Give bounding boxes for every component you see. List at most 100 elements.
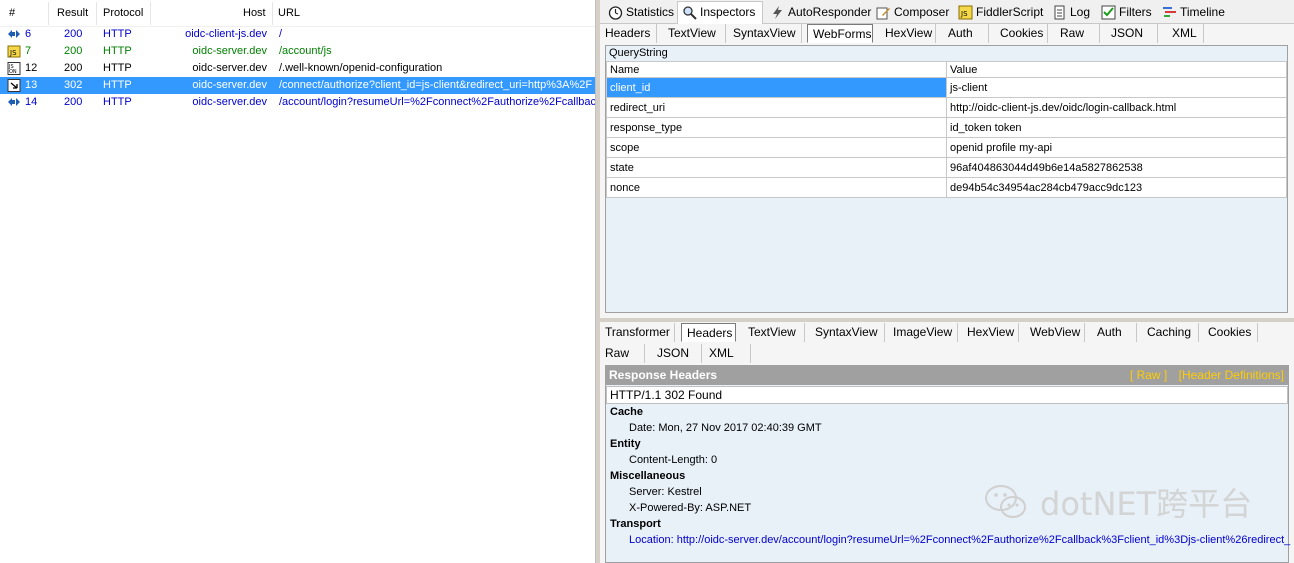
request-tab-bar: Headers TextView SyntaxView WebForms Hex… [600, 24, 1294, 44]
resp-tab-xml[interactable]: XML [704, 344, 751, 363]
header-location[interactable]: Location: http://oidc-server.dev/account… [629, 534, 1290, 546]
param-value: openid profile my-api [946, 137, 1287, 158]
svg-text:JS: JS [9, 49, 17, 57]
sessions-pane[interactable]: # Result Protocol Host URL 6 200 HTTP oi… [0, 0, 596, 563]
tab-label: AutoResponder [788, 5, 872, 19]
horizontal-splitter[interactable] [600, 318, 1294, 322]
tab-composer[interactable]: Composer [872, 2, 950, 23]
req-tab-textview[interactable]: TextView [663, 24, 726, 43]
header-group-misc[interactable]: Miscellaneous [610, 470, 685, 482]
col-name-header[interactable]: Name [606, 61, 947, 78]
col-header-protocol[interactable]: Protocol [103, 7, 143, 19]
header-group-transport[interactable]: Transport [610, 518, 661, 530]
resp-tab-cookies[interactable]: Cookies [1203, 323, 1258, 342]
header-group-cache[interactable]: Cache [610, 406, 643, 418]
session-protocol: HTTP [103, 96, 132, 108]
js-icon: JS [7, 45, 21, 58]
req-tab-syntaxview[interactable]: SyntaxView [728, 24, 802, 43]
document-icon [1054, 5, 1065, 20]
sessions-header: # Result Protocol Host URL [0, 0, 595, 27]
lightning-icon [773, 6, 782, 19]
tab-autoresponder[interactable]: AutoResponder [766, 2, 872, 23]
session-host: oidc-server.dev [192, 45, 267, 57]
session-result: 200 [64, 62, 83, 74]
session-url: /connect/authorize?client_id=js-client&r… [279, 79, 593, 91]
resp-tab-hexview[interactable]: HexView [962, 323, 1019, 342]
tab-inspectors[interactable]: Inspectors [677, 1, 763, 24]
tab-label: Composer [894, 5, 950, 19]
req-tab-headers[interactable]: Headers [600, 24, 657, 43]
session-result: 200 [64, 45, 83, 57]
resp-tab-caching[interactable]: Caching [1142, 323, 1199, 342]
resp-tab-transformer[interactable]: Transformer [600, 323, 675, 342]
session-protocol: HTTP [103, 62, 132, 74]
req-tab-raw[interactable]: Raw [1055, 24, 1100, 43]
header-group-entity[interactable]: Entity [610, 438, 641, 450]
col-header-result[interactable]: Result [57, 7, 88, 19]
req-tab-json[interactable]: JSON [1106, 24, 1158, 43]
table-row[interactable]: response_type id_token token [606, 117, 1287, 138]
req-tab-auth[interactable]: Auth [943, 24, 989, 43]
wechat-icon [985, 485, 1026, 518]
col-header-num[interactable]: # [9, 7, 15, 19]
col-header-url[interactable]: URL [278, 7, 300, 19]
resp-tab-webview[interactable]: WebView [1025, 323, 1085, 342]
table-row[interactable]: state 96af404863044d49b6e14a5827862538 [606, 157, 1287, 178]
status-line: HTTP/1.1 302 Found [606, 386, 1288, 404]
session-protocol: HTTP [103, 45, 132, 57]
querystring-panel: QueryString Name Value client_id js-clie… [605, 45, 1288, 313]
tab-fiddlerscript[interactable]: JS FiddlerScript [954, 2, 1044, 23]
header-date[interactable]: Date: Mon, 27 Nov 2017 02:40:39 GMT [629, 422, 822, 434]
session-row[interactable]: 14 200 HTTP oidc-server.dev /account/log… [0, 94, 595, 111]
table-row[interactable]: redirect_uri http://oidc-client-js.dev/o… [606, 97, 1287, 118]
req-tab-hexview[interactable]: HexView [880, 24, 936, 43]
session-num: 6 [25, 28, 32, 40]
header-definitions-link[interactable]: [Header Definitions] [1179, 368, 1284, 382]
param-value: 96af404863044d49b6e14a5827862538 [946, 157, 1287, 178]
resp-tab-headers[interactable]: Headers [681, 323, 736, 342]
session-host: oidc-server.dev [192, 96, 267, 108]
timeline-icon [1163, 7, 1176, 17]
resp-tab-auth[interactable]: Auth [1092, 323, 1137, 342]
session-row[interactable]: 6 200 HTTP oidc-client-js.dev / [0, 26, 595, 43]
param-value: de94b54c34954ac284cb479acc9dc123 [946, 177, 1287, 198]
param-value: http://oidc-client-js.dev/oidc/login-cal… [946, 97, 1287, 118]
param-name: nonce [606, 177, 947, 198]
table-row[interactable]: nonce de94b54c34954ac284cb479acc9dc123 [606, 177, 1287, 198]
resp-tab-syntaxview[interactable]: SyntaxView [810, 323, 885, 342]
header-server[interactable]: Server: Kestrel [629, 486, 702, 498]
col-value-header[interactable]: Value [946, 61, 1287, 78]
session-num: 12 [25, 62, 38, 74]
tab-label: Inspectors [700, 5, 756, 19]
session-row[interactable]: JS 7 200 HTTP oidc-server.dev /account/j… [0, 43, 595, 60]
tab-log[interactable]: Log [1048, 2, 1093, 23]
tab-label: Filters [1119, 5, 1152, 19]
param-name: client_id [606, 77, 947, 98]
raw-link[interactable]: [ Raw ] [1130, 368, 1167, 382]
req-tab-xml[interactable]: XML [1167, 24, 1204, 43]
resp-tab-raw[interactable]: Raw [600, 344, 645, 363]
resp-tab-json[interactable]: JSON [652, 344, 702, 363]
table-row[interactable]: scope openid profile my-api [606, 137, 1287, 158]
tab-statistics[interactable]: Statistics [604, 2, 676, 23]
tab-timeline[interactable]: Timeline [1158, 2, 1228, 23]
resp-tab-textview[interactable]: TextView [743, 323, 805, 342]
session-row-selected[interactable]: 13 302 HTTP oidc-server.dev /connect/aut… [0, 77, 595, 94]
tab-label: Statistics [626, 5, 675, 19]
response-tab-bar-row2: Raw JSON XML [600, 344, 1294, 364]
session-row[interactable]: JS ON 12 200 HTTP oidc-server.dev /.well-… [0, 60, 595, 77]
session-url: /.well-known/openid-configuration [279, 62, 443, 74]
svg-text:JS: JS [960, 10, 968, 18]
req-tab-cookies[interactable]: Cookies [995, 24, 1048, 43]
header-content-length[interactable]: Content-Length: 0 [629, 454, 717, 466]
json-icon: JSON [7, 62, 21, 75]
session-num: 14 [25, 96, 38, 108]
tab-filters[interactable]: Filters [1097, 2, 1155, 23]
header-powered-by[interactable]: X-Powered-By: ASP.NET [629, 502, 751, 514]
req-tab-webforms[interactable]: WebForms [807, 24, 873, 43]
resp-tab-imageview[interactable]: ImageView [888, 323, 958, 342]
session-protocol: HTTP [103, 28, 132, 40]
col-header-host[interactable]: Host [243, 7, 266, 19]
table-row[interactable]: client_id js-client [606, 77, 1287, 98]
response-headers-title-bar: Response Headers [ Raw ] [Header Definit… [606, 366, 1288, 385]
